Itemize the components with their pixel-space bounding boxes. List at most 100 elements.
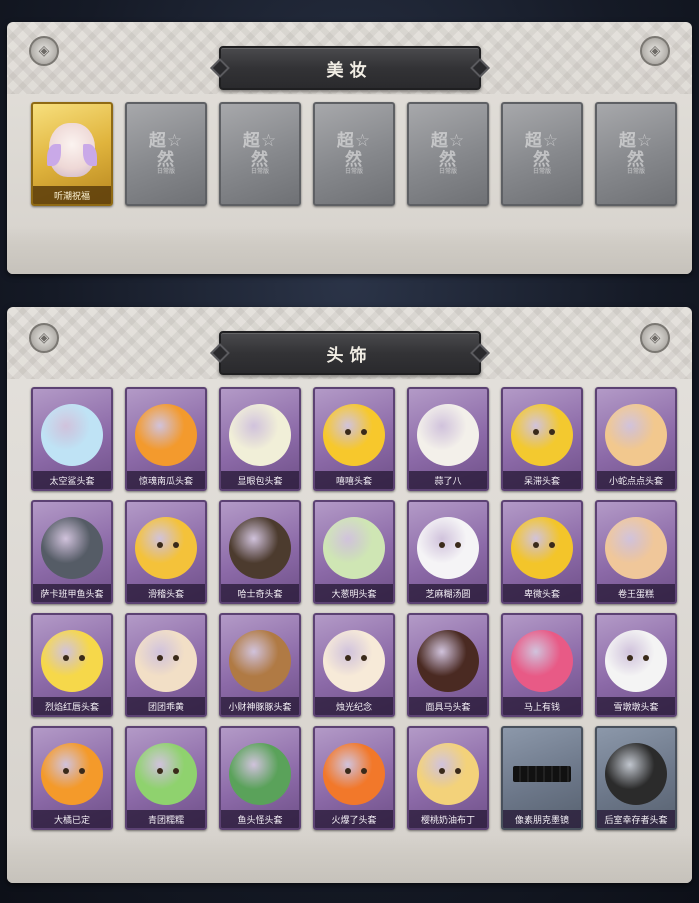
grin-emoji-icon — [323, 404, 385, 466]
capybara-head-icon — [229, 630, 291, 692]
snake-head-icon — [605, 404, 667, 466]
headwear-card[interactable]: 蒜了八 — [407, 387, 489, 491]
makeup-card[interactable]: 超☆然 日常版 — [407, 102, 489, 206]
locked-logo-text: 超☆然 — [242, 131, 278, 170]
shark-head-icon — [41, 404, 103, 466]
headwear-card-label: 卷王蛋糕 — [597, 584, 675, 602]
headwear-card[interactable]: 显眼包头套 — [219, 387, 301, 491]
headwear-card-label: 哈士奇头套 — [221, 584, 299, 602]
section-title-text: 头饰 — [326, 345, 373, 366]
headwear-card[interactable]: 芝麻糊汤圆 — [407, 500, 489, 604]
locked-logo-text: 超☆然 — [618, 131, 654, 170]
makeup-card[interactable]: 超☆然 日常版 — [501, 102, 583, 206]
headwear-card[interactable]: 后室幸存者头套 — [595, 726, 677, 830]
green-dumpling-head-icon — [135, 743, 197, 805]
eye-icon — [173, 768, 179, 774]
eye-icon — [173, 655, 179, 661]
pudding-head-icon — [417, 743, 479, 805]
headwear-card[interactable]: 太空鲨头套 — [31, 387, 113, 491]
hamster-head-icon — [135, 630, 197, 692]
headwear-card-label: 火爆了头套 — [315, 810, 393, 828]
locked-logo-subtext: 日常版 — [626, 168, 645, 176]
headwear-card[interactable]: 青团糯糯 — [125, 726, 207, 830]
headwear-card[interactable]: 萨卡班甲鱼头套 — [31, 500, 113, 604]
headwear-card-label: 烛光纪念 — [315, 697, 393, 715]
pumpkin-head-icon — [135, 404, 197, 466]
headwear-card[interactable]: 大橘已定 — [31, 726, 113, 830]
makeup-card-label: 听潮祝福 — [33, 186, 111, 204]
locked-logo-text: 超☆然 — [524, 131, 560, 170]
headwear-card[interactable]: 面具马头套 — [407, 613, 489, 717]
headwear-card[interactable]: 马上有钱 — [501, 613, 583, 717]
makeup-card[interactable]: 超☆然 日常版 — [313, 102, 395, 206]
pink-horse-head-icon — [511, 630, 573, 692]
headwear-card-label: 烈焰红唇头套 — [33, 697, 111, 715]
headwear-card[interactable]: 滑稽头套 — [125, 500, 207, 604]
headwear-card-label: 大葱明头套 — [315, 584, 393, 602]
dazed-emoji-icon — [511, 404, 573, 466]
fish-head-icon — [41, 517, 103, 579]
headwear-card[interactable]: 呆滞头套 — [501, 387, 583, 491]
headwear-card-label: 雪墩墩头套 — [597, 697, 675, 715]
husky-head-icon — [229, 517, 291, 579]
makeup-card[interactable]: 超☆然 日常版 — [595, 102, 677, 206]
headwear-card[interactable]: 烈焰红唇头套 — [31, 613, 113, 717]
eye-icon — [79, 768, 85, 774]
fire-head-icon — [323, 743, 385, 805]
headwear-card-label: 卑微头套 — [503, 584, 581, 602]
headwear-card-label: 青团糯糯 — [127, 810, 205, 828]
eye-icon — [439, 768, 445, 774]
makeup-card[interactable]: 超☆然 日常版 — [125, 102, 207, 206]
headwear-card[interactable]: 惊魂南瓜头套 — [125, 387, 207, 491]
fish-monster-head-icon — [229, 743, 291, 805]
pikachu-head-icon — [41, 630, 103, 692]
headwear-card-label: 团团乖黄 — [127, 697, 205, 715]
eye-icon — [361, 768, 367, 774]
eye-icon — [643, 655, 649, 661]
makeup-card[interactable]: 超☆然 日常版 — [219, 102, 301, 206]
makeup-grid: 听潮祝福 超☆然 日常版 超☆然 日常版 超☆然 日常版 超☆然 日常版 超☆然 日常版 超☆然 日常版 — [31, 102, 677, 206]
eye-icon — [549, 542, 555, 548]
headwear-card-label: 马上有钱 — [503, 697, 581, 715]
headwear-card[interactable]: 小财神豚豚头套 — [219, 613, 301, 717]
headwear-card[interactable]: 大葱明头套 — [313, 500, 395, 604]
headwear-card[interactable]: 火爆了头套 — [313, 726, 395, 830]
locked-logo-icon: 超☆然 日常版 — [241, 132, 280, 176]
locked-logo-icon: 超☆然 日常版 — [617, 132, 656, 176]
headwear-card[interactable]: 樱桃奶油布丁 — [407, 726, 489, 830]
headwear-card[interactable]: 哈士奇头套 — [219, 500, 301, 604]
humble-emoji-icon — [511, 517, 573, 579]
headwear-card[interactable]: 像素朋克墨镜 — [501, 726, 583, 830]
headwear-card-label: 鱼头怪头套 — [221, 810, 299, 828]
section-title-text: 美妆 — [326, 60, 373, 81]
makeup-card[interactable]: 听潮祝福 — [31, 102, 113, 206]
eye-icon — [157, 655, 163, 661]
dumpling-head-icon — [417, 517, 479, 579]
locked-logo-icon: 超☆然 日常版 — [523, 132, 562, 176]
headwear-card[interactable]: 雪墩墩头套 — [595, 613, 677, 717]
headwear-card[interactable]: 鱼头怪头套 — [219, 726, 301, 830]
headwear-card-label: 蒜了八 — [409, 471, 487, 489]
eye-icon — [455, 542, 461, 548]
headwear-card[interactable]: 卷王蛋糕 — [595, 500, 677, 604]
headwear-card[interactable]: 嘻嘻头套 — [313, 387, 395, 491]
headwear-card[interactable]: 小蛇点点头套 — [595, 387, 677, 491]
locked-logo-icon: 超☆然 日常版 — [147, 132, 186, 176]
eye-icon — [79, 655, 85, 661]
section-title-headwear: 头饰 — [218, 331, 481, 375]
panel-footer-decoration — [7, 835, 692, 883]
headwear-card[interactable]: 团团乖黄 — [125, 613, 207, 717]
locked-logo-subtext: 日常版 — [438, 168, 457, 176]
headwear-card-label: 小财神豚豚头套 — [221, 697, 299, 715]
headwear-card-label: 面具马头套 — [409, 697, 487, 715]
headwear-card[interactable]: 烛光纪念 — [313, 613, 395, 717]
headwear-card-label: 樱桃奶油布丁 — [409, 810, 487, 828]
headwear-card[interactable]: 卑微头套 — [501, 500, 583, 604]
eye-icon — [533, 429, 539, 435]
locked-logo-text: 超☆然 — [148, 131, 184, 170]
eye-icon — [345, 429, 351, 435]
headwear-card-label: 芝麻糊汤圆 — [409, 584, 487, 602]
locked-logo-subtext: 日常版 — [156, 168, 175, 176]
panel-footer-decoration — [7, 226, 692, 274]
makeup-panel: ◈ ◈ 美妆 听潮祝福 超☆然 日常版 超☆然 日常版 超☆然 日常版 超☆然 日常版 超☆然 日常… — [7, 22, 692, 274]
